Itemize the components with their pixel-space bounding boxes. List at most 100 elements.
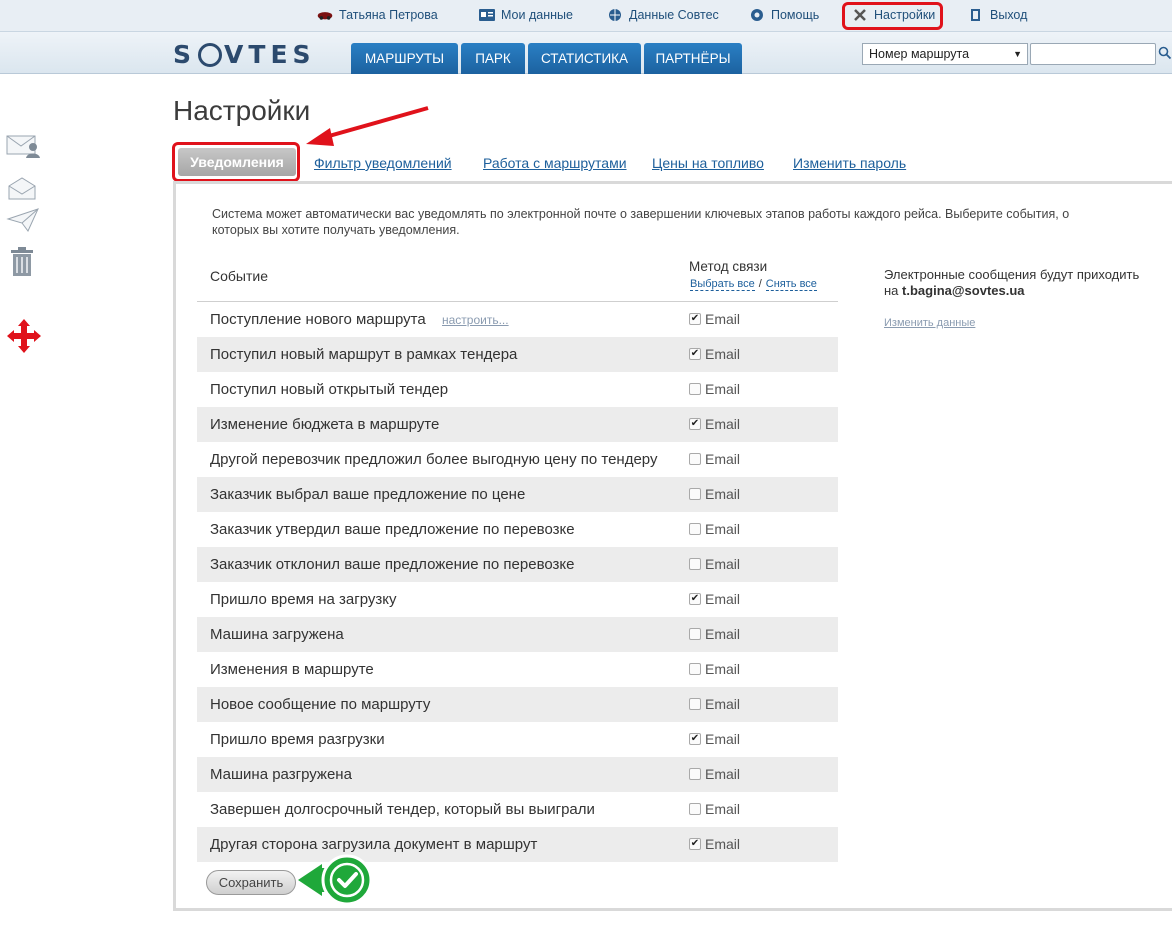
tab-fuel-prices[interactable]: Цены на топливо <box>652 155 764 171</box>
move-arrows-icon[interactable] <box>6 318 42 354</box>
logout-label: Выход <box>990 8 1028 22</box>
email-checkbox[interactable]: ✔ <box>689 313 701 325</box>
email-checkbox-label[interactable]: Email <box>705 346 740 362</box>
tab-park[interactable]: ПАРК <box>461 43 525 74</box>
page-title: Настройки <box>173 95 311 126</box>
deselect-all-link[interactable]: Снять все <box>765 278 817 291</box>
notification-email: t.bagina@sovtes.ua <box>902 283 1025 298</box>
route-number-select[interactable]: Номер маршрута ▼ <box>862 43 1028 65</box>
door-exit-icon <box>971 9 980 21</box>
notification-event-label: Завершен долгосрочный тендер, который вы… <box>210 801 595 818</box>
notification-row: Поступление нового маршрута настроить... ✔… <box>197 302 838 337</box>
email-checkbox-label[interactable]: Email <box>705 311 740 327</box>
select-links: Выбрать все / Снять все <box>690 278 817 291</box>
notification-event-label: Машина загружена <box>210 626 344 643</box>
user-name: Татьяна Петрова <box>339 8 438 22</box>
notification-row: Изменения в маршруте Email <box>197 652 838 687</box>
logo-globe-icon <box>198 42 223 67</box>
sovtes-logo[interactable]: S V T E S <box>173 40 316 69</box>
tab-route-work[interactable]: Работа с маршрутами <box>483 155 627 171</box>
notification-event-label: Заказчик отклонил ваше предложение по пе… <box>210 556 575 573</box>
notification-event-label: Изменение бюджета в маршруте <box>210 416 440 433</box>
email-checkbox-label[interactable]: Email <box>705 731 740 747</box>
notification-row: Другая сторона загрузила документ в марш… <box>197 827 838 862</box>
notification-event-label: Заказчик выбрал ваше предложение по цене <box>210 486 526 503</box>
email-checkbox[interactable] <box>689 453 701 465</box>
search-input[interactable] <box>1030 43 1156 65</box>
email-checkbox[interactable]: ✔ <box>689 838 701 850</box>
email-checkbox-label[interactable]: Email <box>705 626 740 642</box>
email-checkbox[interactable]: ✔ <box>689 733 701 745</box>
email-checkbox-label[interactable]: Email <box>705 556 740 572</box>
email-checkbox[interactable] <box>689 803 701 815</box>
notification-event-label: Изменения в маршруте <box>210 661 374 678</box>
notification-row: Пришло время на загрузку ✔ Email <box>197 582 838 617</box>
notification-row: Поступил новый открытый тендер Email <box>197 372 838 407</box>
user-menu[interactable]: Татьяна Петрова <box>317 8 438 22</box>
email-checkbox[interactable]: ✔ <box>689 348 701 360</box>
settings-highlight <box>842 2 943 30</box>
email-checkbox[interactable] <box>689 663 701 675</box>
email-checkbox-label[interactable]: Email <box>705 521 740 537</box>
chevron-down-icon: ▼ <box>1013 49 1022 59</box>
tab-partners[interactable]: ПАРТНЁРЫ <box>644 43 742 74</box>
column-header-event: Событие <box>210 268 268 284</box>
notification-event-label: Другой перевозчик предложил более выгодн… <box>210 451 658 468</box>
notification-row: Машина загружена Email <box>197 617 838 652</box>
email-checkbox[interactable] <box>689 383 701 395</box>
my-data-link[interactable]: Мои данные <box>479 8 573 22</box>
notification-event-label: Пришло время на загрузку <box>210 591 397 608</box>
sovtes-data-link[interactable]: Данные Совтес <box>607 8 719 22</box>
tab-routes[interactable]: МАРШРУТЫ <box>351 43 458 74</box>
email-checkbox[interactable] <box>689 488 701 500</box>
email-checkbox-label[interactable]: Email <box>705 591 740 607</box>
notification-row: Заказчик утвердил ваше предложение по пе… <box>197 512 838 547</box>
email-checkbox[interactable] <box>689 558 701 570</box>
search-icon[interactable] <box>1158 46 1172 60</box>
notification-event-label: Новое сообщение по маршруту <box>210 696 431 713</box>
inbox-mail-icon[interactable] <box>6 176 40 202</box>
trash-icon[interactable] <box>6 247 40 279</box>
email-checkbox[interactable]: ✔ <box>689 593 701 605</box>
email-checkbox[interactable] <box>689 523 701 535</box>
tab-notification-filter[interactable]: Фильтр уведомлений <box>314 155 452 171</box>
notification-row: Другой перевозчик предложил более выгодн… <box>197 442 838 477</box>
notification-event-label: Заказчик утвердил ваше предложение по пе… <box>210 521 575 538</box>
annotation-arrow-icon <box>306 106 429 146</box>
notification-row: Изменение бюджета в маршруте ✔ Email <box>197 407 838 442</box>
email-checkbox-label[interactable]: Email <box>705 451 740 467</box>
tab-statistics[interactable]: СТАТИСТИКА <box>528 43 641 74</box>
notifications-tab-highlight <box>172 142 300 182</box>
car-avatar-icon <box>317 12 333 20</box>
email-checkbox-label[interactable]: Email <box>705 486 740 502</box>
id-card-icon <box>479 9 495 21</box>
email-checkbox-label[interactable]: Email <box>705 696 740 712</box>
email-checkbox[interactable]: ✔ <box>689 418 701 430</box>
send-paper-plane-icon[interactable] <box>6 207 40 233</box>
confirm-check-icon <box>298 854 373 906</box>
email-checkbox-label[interactable]: Email <box>705 661 740 677</box>
notification-event-label: Другая сторона загрузила документ в марш… <box>210 836 538 853</box>
help-label: Помощь <box>771 8 820 22</box>
globe-icon <box>609 9 621 21</box>
notification-row: Заказчик выбрал ваше предложение по цене… <box>197 477 838 512</box>
change-data-link[interactable]: Изменить данные <box>884 317 975 329</box>
save-button[interactable]: Сохранить <box>206 870 296 895</box>
email-checkbox-label[interactable]: Email <box>705 381 740 397</box>
mail-contacts-icon[interactable] <box>6 133 40 159</box>
email-checkbox[interactable] <box>689 628 701 640</box>
notification-row: Поступил новый маршрут в рамках тендера ✔… <box>197 337 838 372</box>
email-checkbox-label[interactable]: Email <box>705 836 740 852</box>
select-all-link[interactable]: Выбрать все <box>690 278 755 291</box>
help-link[interactable]: Помощь <box>749 8 819 22</box>
email-checkbox[interactable] <box>689 698 701 710</box>
column-header-method: Метод связи <box>689 259 768 274</box>
email-checkbox[interactable] <box>689 768 701 780</box>
logout-link[interactable]: Выход <box>968 8 1027 22</box>
notification-list: Поступление нового маршрута настроить... ✔… <box>197 302 838 862</box>
configure-link[interactable]: настроить... <box>442 313 509 327</box>
email-checkbox-label[interactable]: Email <box>705 416 740 432</box>
email-checkbox-label[interactable]: Email <box>705 766 740 782</box>
email-checkbox-label[interactable]: Email <box>705 801 740 817</box>
tab-change-password[interactable]: Изменить пароль <box>793 155 906 171</box>
